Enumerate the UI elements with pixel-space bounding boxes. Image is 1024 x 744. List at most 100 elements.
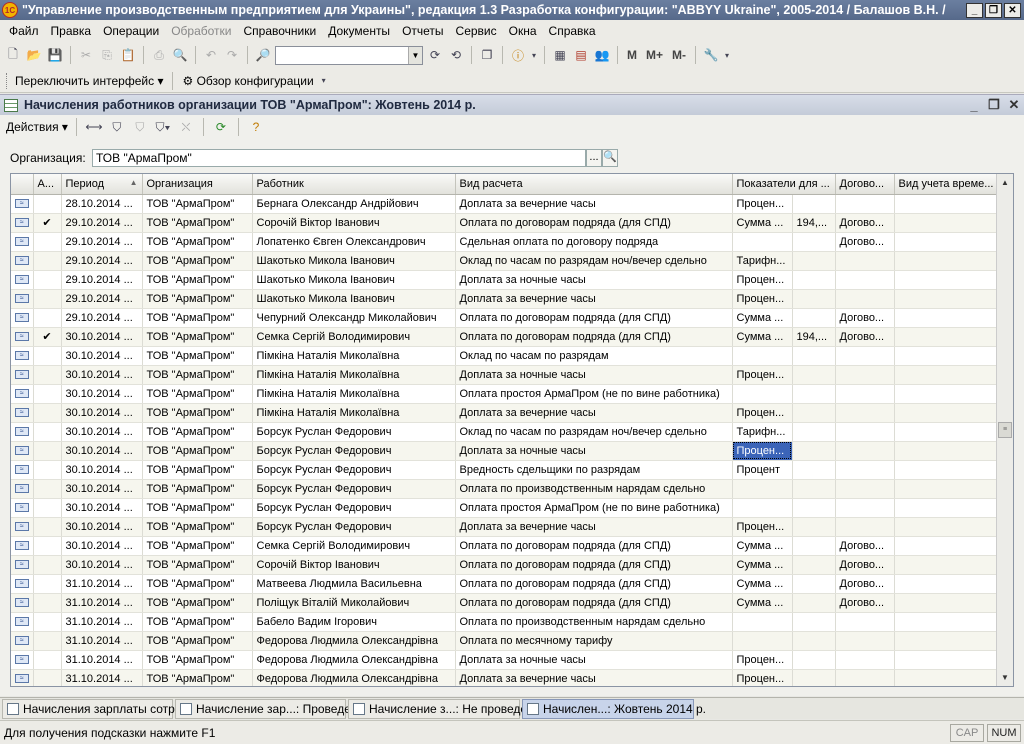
table-row[interactable]: ≈30.10.2014 ... ТОВ "АрмаПром" Борсук Русл… bbox=[11, 498, 998, 518]
menu-operations[interactable]: Операции bbox=[97, 24, 165, 38]
indicator-value-cell[interactable] bbox=[792, 441, 836, 461]
organization-cell[interactable]: ТОВ "АрмаПром" bbox=[142, 441, 253, 461]
tools-icon[interactable]: 🔧 bbox=[702, 46, 720, 64]
worker-cell[interactable]: Сорочій Віктор Іванович bbox=[252, 213, 456, 233]
period-cell[interactable]: 28.10.2014 ... bbox=[61, 194, 143, 214]
organization-cell[interactable]: ТОВ "АрмаПром" bbox=[142, 384, 253, 404]
table-row[interactable]: ≈31.10.2014 ... ТОВ "АрмаПром" Федорова Лю… bbox=[11, 631, 998, 651]
worker-cell[interactable]: Семка Сергій Володимирович bbox=[252, 536, 456, 556]
document-title-bar[interactable]: Начисления работников организации ТОВ "А… bbox=[0, 95, 1024, 115]
active-cell[interactable] bbox=[33, 612, 62, 632]
period-cell[interactable]: 31.10.2014 ... bbox=[61, 650, 143, 670]
period-cell[interactable]: 29.10.2014 ... bbox=[61, 213, 143, 233]
help-icon[interactable]: ? bbox=[247, 118, 265, 136]
period-cell[interactable]: 29.10.2014 ... bbox=[61, 232, 143, 252]
time-accounting-cell[interactable] bbox=[894, 612, 998, 632]
active-cell[interactable] bbox=[33, 365, 62, 385]
menu-processing[interactable]: Обработки bbox=[165, 24, 237, 38]
calculation-type-cell[interactable]: Оплата по договорам подряда (для СПД) bbox=[455, 574, 733, 594]
period-cell[interactable]: 30.10.2014 ... bbox=[61, 346, 143, 366]
find-prev-icon[interactable]: ⟲ bbox=[447, 46, 465, 64]
table-row[interactable]: ≈29.10.2014 ... ТОВ "АрмаПром" Чепурний Ол… bbox=[11, 308, 998, 328]
table-row[interactable]: ≈30.10.2014 ... ТОВ "АрмаПром" Сорочій Вік… bbox=[11, 555, 998, 575]
contract-cell[interactable] bbox=[835, 479, 895, 499]
filter-by-value-icon[interactable]: ⛉ bbox=[131, 118, 149, 136]
memory-plus-button[interactable]: M+ bbox=[643, 48, 666, 62]
active-cell[interactable] bbox=[33, 346, 62, 366]
worker-cell[interactable]: Пімкіна Наталія Миколаївна bbox=[252, 365, 456, 385]
active-cell[interactable] bbox=[33, 308, 62, 328]
calculation-type-cell[interactable]: Вредность сдельщики по разрядам bbox=[455, 460, 733, 480]
organization-cell[interactable]: ТОВ "АрмаПром" bbox=[142, 289, 253, 309]
contract-cell[interactable] bbox=[835, 289, 895, 309]
contract-cell[interactable] bbox=[835, 384, 895, 404]
calculation-type-cell[interactable]: Доплата за вечерние часы bbox=[455, 289, 733, 309]
indicator-cell[interactable]: Сумма ... bbox=[732, 327, 793, 347]
organization-cell[interactable]: ТОВ "АрмаПром" bbox=[142, 251, 253, 271]
worker-cell[interactable]: Борсук Руслан Федорович bbox=[252, 441, 456, 461]
indicator-cell[interactable]: Сумма ... bbox=[732, 213, 793, 233]
menu-documents[interactable]: Документы bbox=[322, 24, 396, 38]
period-cell[interactable]: 31.10.2014 ... bbox=[61, 631, 143, 651]
active-cell[interactable] bbox=[33, 270, 62, 290]
calculation-type-cell[interactable]: Сдельная оплата по договору подряда bbox=[455, 232, 733, 252]
organization-cell[interactable]: ТОВ "АрмаПром" bbox=[142, 669, 253, 686]
contract-cell[interactable] bbox=[835, 517, 895, 537]
calculation-type-cell[interactable]: Оплата по производственным нарядам сдель… bbox=[455, 612, 733, 632]
active-cell[interactable] bbox=[33, 631, 62, 651]
table-row[interactable]: ≈31.10.2014 ... ТОВ "АрмаПром" Матвеева Лю… bbox=[11, 574, 998, 594]
table-row[interactable]: ≈31.10.2014 ... ТОВ "АрмаПром" Федорова Лю… bbox=[11, 650, 998, 670]
worker-cell[interactable]: Пімкіна Наталія Миколаївна bbox=[252, 346, 456, 366]
columns-icon[interactable]: ⟷ bbox=[85, 118, 103, 136]
worker-cell[interactable]: Борсук Руслан Федорович bbox=[252, 479, 456, 499]
indicator-value-cell[interactable] bbox=[792, 194, 836, 214]
active-cell[interactable] bbox=[33, 422, 62, 442]
table-row[interactable]: ≈29.10.2014 ... ТОВ "АрмаПром" Шакотько Ми… bbox=[11, 251, 998, 271]
time-accounting-cell[interactable] bbox=[894, 308, 998, 328]
contract-cell[interactable]: Догово... bbox=[835, 536, 895, 556]
indicator-cell[interactable]: Сумма ... bbox=[732, 574, 793, 594]
worker-cell[interactable]: Поліщук Віталій Миколайович bbox=[252, 593, 456, 613]
calculation-type-cell[interactable]: Оклад по часам по разрядам ноч/вечер сде… bbox=[455, 422, 733, 442]
menu-file[interactable]: Файл bbox=[3, 24, 45, 38]
time-accounting-cell[interactable] bbox=[894, 194, 998, 214]
redo-icon[interactable]: ↷ bbox=[223, 46, 241, 64]
organization-cell[interactable]: ТОВ "АрмаПром" bbox=[142, 308, 253, 328]
calculation-type-cell[interactable]: Оплата простоя АрмаПром (не по вине рабо… bbox=[455, 498, 733, 518]
time-accounting-cell[interactable] bbox=[894, 479, 998, 499]
contract-cell[interactable]: Догово... bbox=[835, 213, 895, 233]
worker-cell[interactable]: Семка Сергій Володимирович bbox=[252, 327, 456, 347]
indicator-cell[interactable]: Процен... bbox=[732, 441, 793, 461]
active-cell[interactable] bbox=[33, 194, 62, 214]
calendar-icon[interactable]: ▤ bbox=[572, 46, 590, 64]
worker-cell[interactable]: Борсук Руслан Федорович bbox=[252, 422, 456, 442]
organization-cell[interactable]: ТОВ "АрмаПром" bbox=[142, 213, 253, 233]
save-icon[interactable]: 💾 bbox=[46, 46, 64, 64]
worker-cell[interactable]: Шакотько Микола Іванович bbox=[252, 289, 456, 309]
menu-reports[interactable]: Отчеты bbox=[396, 24, 449, 38]
table-row[interactable]: ≈29.10.2014 ... ТОВ "АрмаПром" Лопатенко Є… bbox=[11, 232, 998, 252]
actions-menu-button[interactable]: Действия ▾ bbox=[6, 120, 68, 134]
indicator-cell[interactable]: Сумма ... bbox=[732, 555, 793, 575]
menu-edit[interactable]: Правка bbox=[45, 24, 98, 38]
undo-icon[interactable]: ↶ bbox=[202, 46, 220, 64]
period-cell[interactable]: 30.10.2014 ... bbox=[61, 517, 143, 537]
indicator-value-cell[interactable] bbox=[792, 593, 836, 613]
period-cell[interactable]: 29.10.2014 ... bbox=[61, 270, 143, 290]
calculation-type-cell[interactable]: Оплата по договорам подряда (для СПД) bbox=[455, 536, 733, 556]
calculation-type-cell[interactable]: Оплата по производственным нарядам сдель… bbox=[455, 479, 733, 499]
period-cell[interactable]: 30.10.2014 ... bbox=[61, 327, 143, 347]
worker-cell[interactable]: Пімкіна Наталія Миколаївна bbox=[252, 403, 456, 423]
restore-icon[interactable]: ❐ bbox=[985, 2, 1002, 18]
calculation-type-cell[interactable]: Оплата по договорам подряда (для СПД) bbox=[455, 327, 733, 347]
contract-cell[interactable] bbox=[835, 194, 895, 214]
contract-cell[interactable] bbox=[835, 460, 895, 480]
period-cell[interactable]: 30.10.2014 ... bbox=[61, 441, 143, 461]
worker-cell[interactable]: Федорова Людмила Олександрівна bbox=[252, 650, 456, 670]
indicator-value-cell[interactable] bbox=[792, 555, 836, 575]
table-row[interactable]: ≈30.10.2014 ... ТОВ "АрмаПром" Борсук Русл… bbox=[11, 460, 998, 480]
time-accounting-cell[interactable] bbox=[894, 384, 998, 404]
contract-cell[interactable] bbox=[835, 650, 895, 670]
worker-cell[interactable]: Федорова Людмила Олександрівна bbox=[252, 631, 456, 651]
menu-catalogs[interactable]: Справочники bbox=[238, 24, 323, 38]
